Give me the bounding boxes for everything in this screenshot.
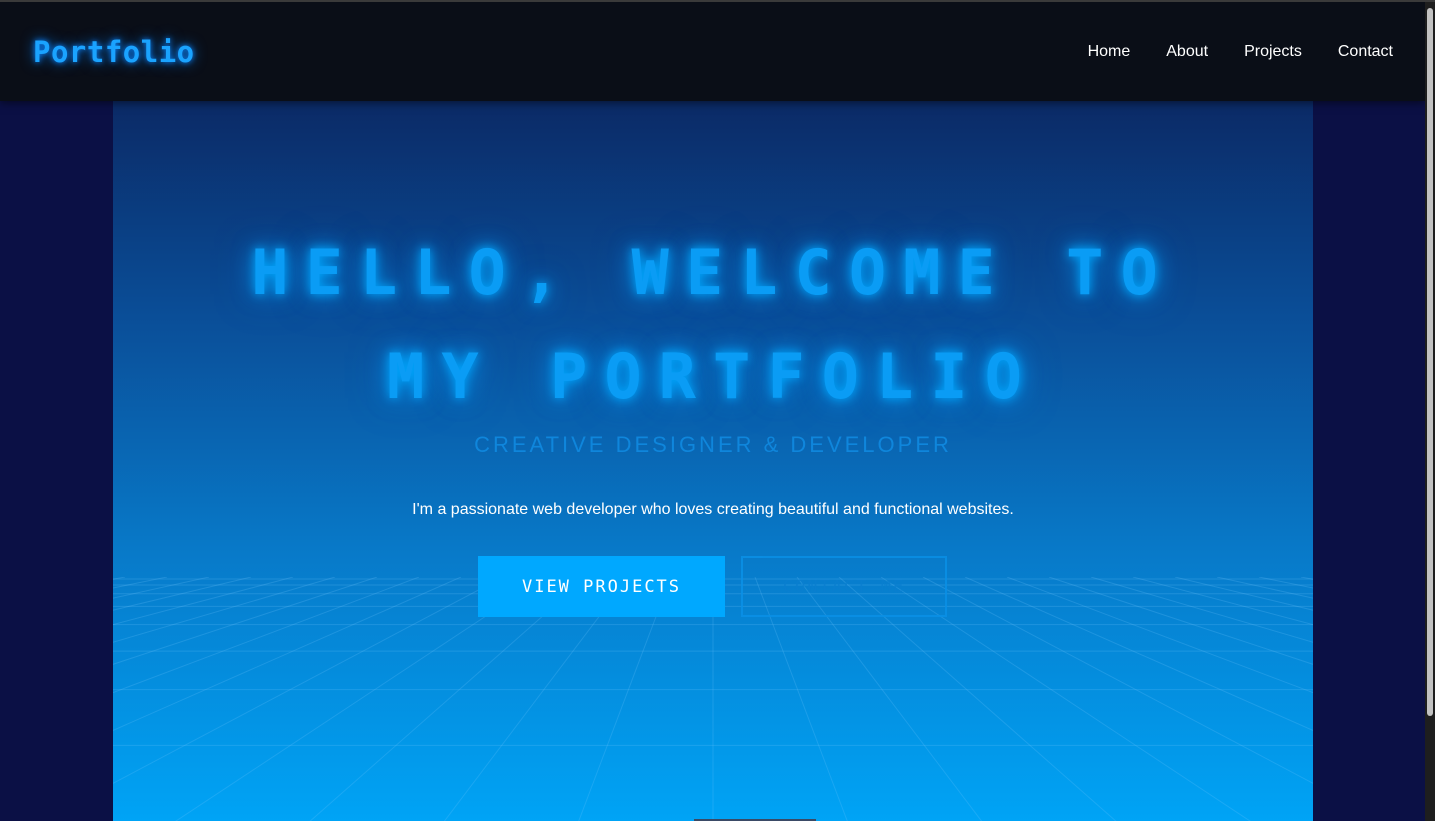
scrollbar-thumb[interactable] [1427,8,1433,716]
hero-title-line-1: HELLO, WELCOME TO [251,236,1175,309]
hero-title-line-2: MY PORTFOLIO [387,340,1039,413]
site-logo[interactable]: Portfolio [33,35,195,69]
nav-link-contact[interactable]: Contact [1338,43,1393,60]
nav-links: Home About Projects Contact [1088,43,1393,61]
hero-buttons: VIEW PROJECTS CONTACT ME [478,556,947,617]
browser-viewport: Portfolio Home About Projects Contact HE… [0,0,1435,821]
hero-subtitle: CREATIVE DESIGNER & DEVELOPER [474,432,952,457]
nav-item-home: Home [1088,43,1131,61]
navbar: Portfolio Home About Projects Contact [0,2,1425,101]
hero-section: HELLO, WELCOME TO MY PORTFOLIO CREATIVE … [113,101,1313,821]
hero-description: I'm a passionate web developer who loves… [412,501,1014,518]
vertical-scrollbar[interactable] [1425,2,1435,821]
contact-me-button[interactable]: CONTACT ME [741,556,947,617]
nav-item-contact: Contact [1338,43,1393,61]
nav-item-about: About [1166,43,1208,61]
nav-link-about[interactable]: About [1166,43,1208,60]
nav-link-projects[interactable]: Projects [1244,43,1302,60]
nav-item-projects: Projects [1244,43,1302,61]
nav-link-home[interactable]: Home [1088,43,1131,60]
view-projects-button[interactable]: VIEW PROJECTS [478,556,725,617]
hero-title: HELLO, WELCOME TO MY PORTFOLIO [113,221,1313,429]
